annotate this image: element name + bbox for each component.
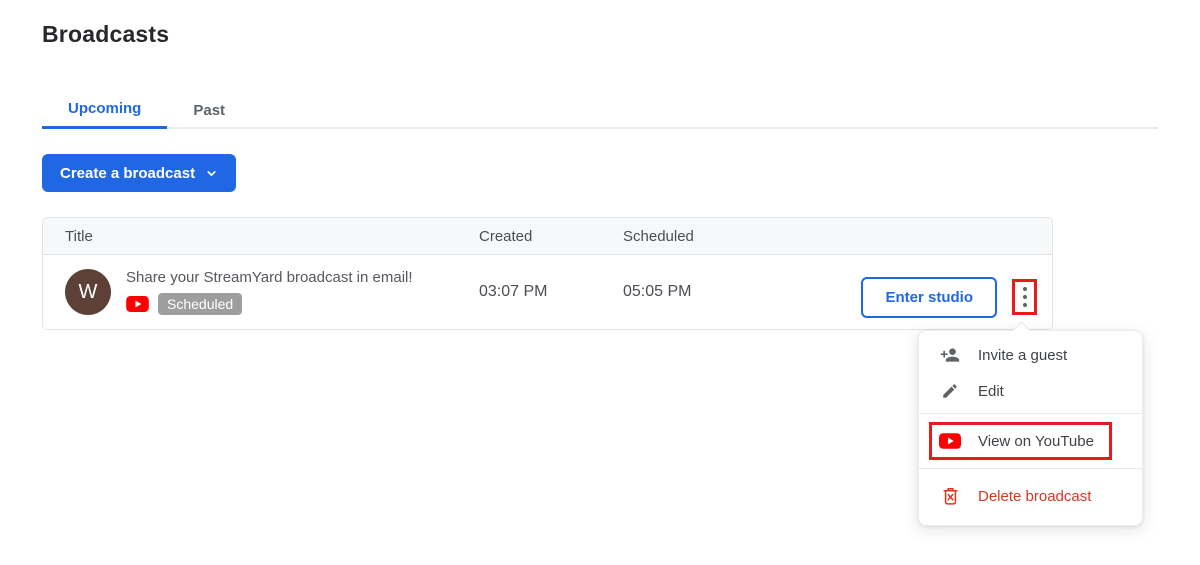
- broadcasts-table: Title Created Scheduled W Share your Str…: [42, 217, 1053, 330]
- chevron-down-icon: [205, 167, 218, 180]
- page-title: Broadcasts: [42, 21, 170, 47]
- menu-divider: [919, 413, 1142, 414]
- youtube-icon: [939, 433, 961, 449]
- menu-item-edit[interactable]: Edit: [919, 373, 1142, 409]
- menu-item-invite-a-guest[interactable]: Invite a guest: [919, 337, 1142, 373]
- created-time: 03:07 PM: [479, 283, 548, 300]
- column-header-scheduled: Scheduled: [623, 227, 694, 245]
- tab-bar: Upcoming Past: [42, 91, 1158, 129]
- broadcast-title: Share your StreamYard broadcast in email…: [126, 269, 413, 286]
- youtube-icon: [126, 296, 149, 312]
- avatar: W: [65, 269, 111, 315]
- row-actions: Enter studio: [783, 255, 1052, 329]
- menu-item-label: Delete broadcast: [978, 487, 1092, 505]
- person-add-icon: [939, 345, 961, 365]
- create-broadcast-label: Create a broadcast: [60, 164, 196, 182]
- tab-past[interactable]: Past: [167, 91, 251, 129]
- tab-upcoming-label: Upcoming: [68, 100, 142, 117]
- menu-item-label: Edit: [978, 382, 1004, 400]
- tab-upcoming[interactable]: Upcoming: [42, 91, 168, 129]
- avatar-letter: W: [78, 280, 98, 303]
- tab-past-label: Past: [193, 101, 226, 119]
- column-header-title: Title: [65, 227, 93, 245]
- menu-item-view-on-youtube[interactable]: View on YouTube: [919, 418, 1142, 464]
- row-context-menu: Invite a guest Edit View on YouTube Dele…: [918, 321, 1143, 526]
- trash-icon: [939, 487, 961, 505]
- kebab-menu-icon[interactable]: [1012, 279, 1037, 315]
- menu-divider: [919, 468, 1142, 469]
- broadcasts-page: Broadcasts Upcoming Past Create a broadc…: [0, 0, 1200, 565]
- table-header: Title Created Scheduled: [43, 218, 1052, 255]
- status-badge: Scheduled: [158, 293, 243, 315]
- table-row: W Share your StreamYard broadcast in ema…: [43, 255, 1052, 329]
- menu-item-label: View on YouTube: [978, 432, 1094, 450]
- broadcast-title-cell: W Share your StreamYard broadcast in ema…: [65, 269, 479, 315]
- enter-studio-button[interactable]: Enter studio: [861, 276, 997, 318]
- menu-item-delete-broadcast[interactable]: Delete broadcast: [919, 473, 1142, 519]
- menu-item-label: Invite a guest: [978, 346, 1068, 364]
- column-header-created: Created: [479, 227, 533, 245]
- create-broadcast-button[interactable]: Create a broadcast: [42, 154, 237, 192]
- pencil-icon: [939, 382, 961, 400]
- scheduled-time: 05:05 PM: [623, 283, 692, 300]
